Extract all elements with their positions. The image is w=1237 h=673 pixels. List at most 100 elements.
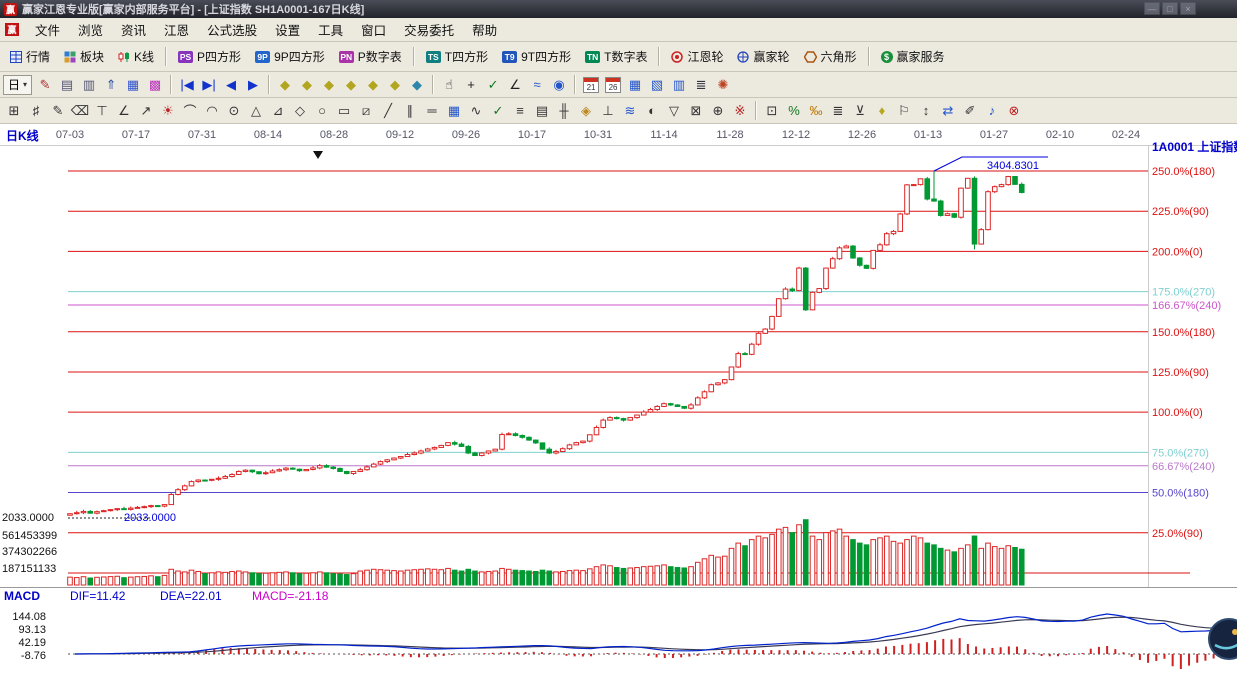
pen-alt-button[interactable]: ✐ — [959, 100, 981, 121]
burst-alert-button[interactable]: ✺ — [712, 74, 734, 95]
winner-logo[interactable] — [1209, 619, 1237, 659]
menu-gann[interactable]: 江恩 — [155, 17, 198, 42]
note-tool-button[interactable]: ♪ — [981, 100, 1003, 121]
toolbar-kline[interactable]: K线 — [111, 45, 161, 68]
rail-line-button[interactable]: ╫ — [553, 100, 575, 121]
right-triangle-button[interactable]: ⊿ — [267, 100, 289, 121]
check-small-button[interactable]: ✓ — [487, 100, 509, 121]
box-diagonal-button[interactable]: ⧄ — [355, 100, 377, 121]
macd-indicator-name[interactable]: MACD — [4, 590, 40, 602]
toolbar-gann-wheel[interactable]: 江恩轮 — [664, 45, 730, 68]
gann-tool-5-button[interactable]: ◆ — [362, 74, 384, 95]
parallel-lines-button[interactable]: ∥ — [399, 100, 421, 121]
toolbar-sectors[interactable]: 板块 — [57, 45, 111, 68]
toolbar-hexagon[interactable]: 六角形 — [797, 45, 864, 68]
nav-prev-button[interactable]: ◀ — [220, 74, 242, 95]
hatch-button[interactable]: ♯ — [25, 100, 47, 121]
doc-button[interactable]: ▤ — [56, 74, 78, 95]
gann-tool-1-button[interactable]: ◆ — [274, 74, 296, 95]
percent-button[interactable]: % — [783, 100, 805, 121]
nav-first-button[interactable]: |◀ — [176, 74, 198, 95]
grid-small-button[interactable]: ▦ — [443, 100, 465, 121]
reference-mark-button[interactable]: ※ — [729, 100, 751, 121]
calendar-21-button[interactable]: 21 — [580, 74, 602, 95]
toolbar-9t-square[interactable]: T99T四方形 — [495, 45, 578, 68]
gann-tool-3-button[interactable]: ◆ — [318, 74, 340, 95]
circle-dot-button[interactable]: ⊙ — [223, 100, 245, 121]
measure-check-button[interactable]: ✓ — [482, 74, 504, 95]
arc-button[interactable]: ⌒ — [179, 100, 201, 121]
grid-chart-button[interactable]: ▦ — [122, 74, 144, 95]
rows-view-button[interactable]: ≣ — [690, 74, 712, 95]
menu-help[interactable]: 帮助 — [463, 17, 506, 42]
gann-tool-4-button[interactable]: ◆ — [340, 74, 362, 95]
fan-lines-button[interactable]: ☀ — [157, 100, 179, 121]
flag-tool-button[interactable]: ⚐ — [893, 100, 915, 121]
list-lines-button[interactable]: ≣ — [827, 100, 849, 121]
menu-browse[interactable]: 浏览 — [69, 17, 112, 42]
triangle-down-button[interactable]: ▽ — [663, 100, 685, 121]
menu-trade-order[interactable]: 交易委托 — [395, 17, 463, 42]
toolbar-t-square[interactable]: TST四方形 — [419, 45, 495, 68]
toolbar-winner-wheel[interactable]: 赢家轮 — [730, 45, 796, 68]
menu-formula-stock-pick[interactable]: 公式选股 — [198, 17, 266, 42]
wave-tool-button[interactable]: ≈ — [526, 74, 548, 95]
menu-window[interactable]: 窗口 — [352, 17, 395, 42]
color-indicator-button[interactable]: ▩ — [144, 74, 166, 95]
triple-line-button[interactable]: ≡ — [509, 100, 531, 121]
nav-last-button[interactable]: ▶| — [198, 74, 220, 95]
close-button[interactable]: × — [1180, 2, 1196, 15]
nav-next-button[interactable]: ▶ — [242, 74, 264, 95]
arc-up-button[interactable]: ◠ — [201, 100, 223, 121]
rectangle-button[interactable]: ▭ — [333, 100, 355, 121]
toolbar-p-number-table[interactable]: PNP数字表 — [332, 45, 409, 68]
period-day-button[interactable]: 日▾ — [3, 75, 32, 95]
eraser-button[interactable]: ⌫ — [69, 100, 91, 121]
send-up-button[interactable]: ⇑ — [100, 74, 122, 95]
gann-tool-6-button[interactable]: ◆ — [384, 74, 406, 95]
permille-button[interactable]: ‰ — [805, 100, 827, 121]
half-circle-button[interactable]: ◐ — [641, 100, 663, 121]
crosshair-tool-button[interactable]: + — [460, 74, 482, 95]
box-dot-button[interactable]: ⊡ — [761, 100, 783, 121]
layout-blue-button[interactable]: ▥ — [668, 74, 690, 95]
wheel-mini-button[interactable]: ◉ — [548, 74, 570, 95]
menu-file[interactable]: 文件 — [26, 17, 69, 42]
pen-button[interactable]: ✎ — [34, 74, 56, 95]
angle-line-button[interactable]: ∠ — [113, 100, 135, 121]
gann-grid-button[interactable]: ⊞ — [3, 100, 25, 121]
calendar-26-button[interactable]: 26 — [602, 74, 624, 95]
menu-news[interactable]: 资讯 — [112, 17, 155, 42]
diamond-small-button[interactable]: ♦ — [871, 100, 893, 121]
circle-plus-button[interactable]: ⊕ — [707, 100, 729, 121]
waves-blue-button[interactable]: ≋ — [619, 100, 641, 121]
box-x-button[interactable]: ⊠ — [685, 100, 707, 121]
toolbar-9p-square[interactable]: 9P9P四方形 — [248, 45, 332, 68]
menu-settings[interactable]: 设置 — [266, 17, 309, 42]
vertical-arrows-button[interactable]: ↕ — [915, 100, 937, 121]
perpendicular-button[interactable]: ⊥ — [597, 100, 619, 121]
circle-x-button[interactable]: ⊗ — [1003, 100, 1025, 121]
angle-measure-button[interactable]: ∠ — [504, 74, 526, 95]
diamond-filled-button[interactable]: ◈ — [575, 100, 597, 121]
swap-arrows-button[interactable]: ⇄ — [937, 100, 959, 121]
maximize-button[interactable]: □ — [1162, 2, 1178, 15]
diamond-outline-button[interactable]: ◇ — [289, 100, 311, 121]
toolbar-winner-service[interactable]: $赢家服务 — [874, 45, 952, 68]
double-line-button[interactable]: ═ — [421, 100, 443, 121]
menu-tools[interactable]: 工具 — [309, 17, 352, 42]
toolbar-quotes[interactable]: 行情 — [3, 45, 57, 68]
diag-line-button[interactable]: ╱ — [377, 100, 399, 121]
xor-tool-button[interactable]: ⊻ — [849, 100, 871, 121]
panel-small-button[interactable]: ▤ — [531, 100, 553, 121]
hand-tool-button[interactable]: ☝ — [438, 74, 460, 95]
toolbar-p-square[interactable]: PSP四方形 — [171, 45, 248, 68]
doc-2-button[interactable]: ▥ — [78, 74, 100, 95]
child-window-icon[interactable]: 赢 — [5, 23, 19, 36]
period-label[interactable]: 日K线 — [6, 130, 39, 142]
arrow-ne-button[interactable]: ↗ — [135, 100, 157, 121]
gann-tool-2-button[interactable]: ◆ — [296, 74, 318, 95]
triangle-up-button[interactable]: △ — [245, 100, 267, 121]
gann-tool-blue-button[interactable]: ◆ — [406, 74, 428, 95]
minimize-button[interactable]: — — [1144, 2, 1160, 15]
